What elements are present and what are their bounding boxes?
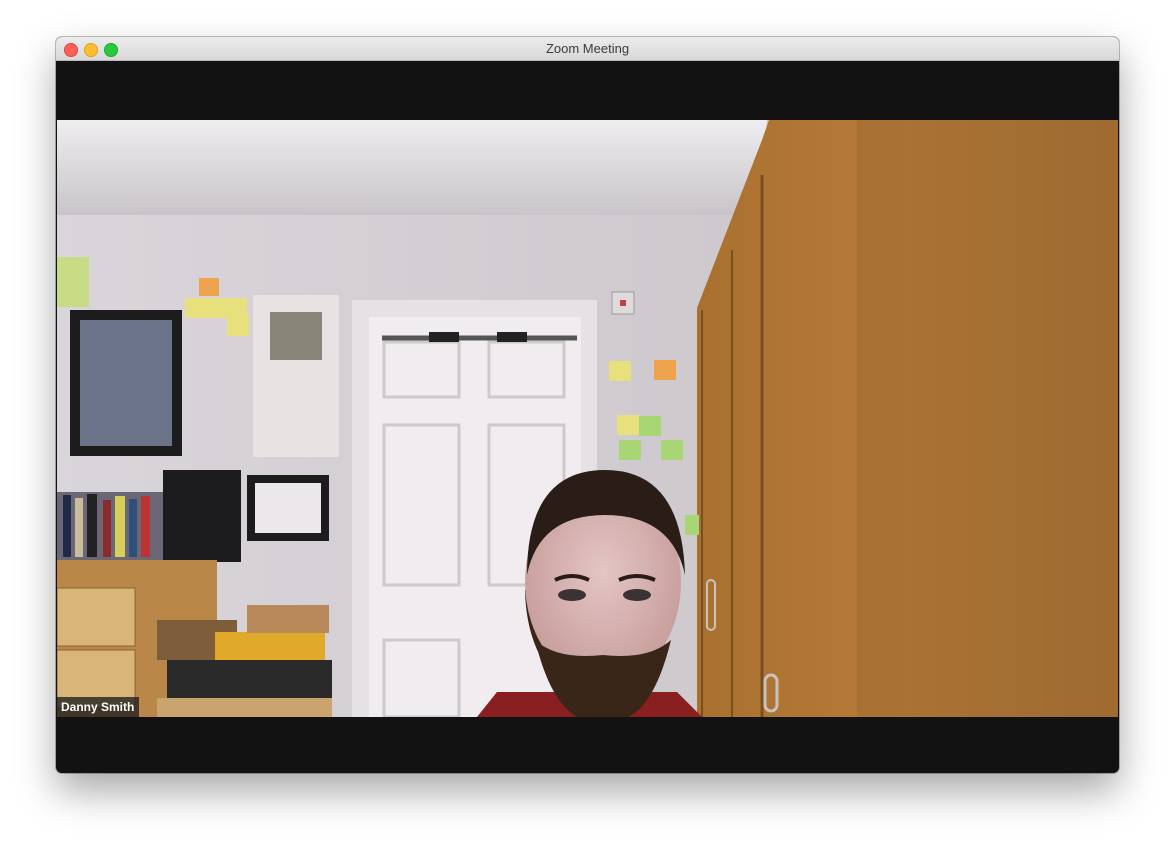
zoom-meeting-window: Zoom Meeting Danny Smith (56, 37, 1119, 773)
participant-video[interactable]: Danny Smith (57, 120, 1118, 717)
video-frame (57, 120, 1118, 717)
participant-name-label: Danny Smith (57, 697, 140, 717)
title-bar[interactable]: Zoom Meeting (56, 37, 1119, 61)
window-title: Zoom Meeting (545, 41, 630, 56)
